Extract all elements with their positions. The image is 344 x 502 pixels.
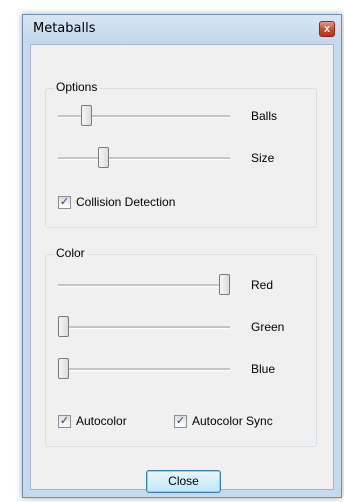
size-slider-thumb[interactable] bbox=[98, 147, 109, 168]
window-title: Metaballs bbox=[33, 21, 96, 36]
autocolor-label: Autocolor bbox=[76, 414, 127, 428]
balls-slider-row: Balls bbox=[58, 104, 313, 128]
autocolor-sync-check-icon[interactable]: ✓ bbox=[174, 415, 187, 428]
collision-detection-check-icon[interactable]: ✓ bbox=[58, 196, 71, 209]
collision-detection-label: Collision Detection bbox=[76, 195, 176, 209]
green-slider-thumb[interactable] bbox=[58, 316, 69, 337]
color-group-label: Color bbox=[54, 246, 87, 260]
autocolor-sync-label: Autocolor Sync bbox=[192, 414, 273, 428]
title-bar[interactable]: Metaballs x bbox=[23, 15, 341, 43]
autocolor-check-icon[interactable]: ✓ bbox=[58, 415, 71, 428]
red-slider-label: Red bbox=[251, 278, 274, 292]
blue-slider-thumb[interactable] bbox=[58, 358, 69, 379]
close-button[interactable]: Close bbox=[146, 470, 221, 493]
dialog-body: Options Balls Size ✓ Collision Detection… bbox=[30, 44, 334, 493]
blue-slider-track[interactable] bbox=[58, 368, 230, 371]
red-slider-thumb[interactable] bbox=[219, 274, 230, 295]
balls-slider-thumb[interactable] bbox=[81, 105, 92, 126]
window-close-icon[interactable]: x bbox=[319, 21, 335, 37]
color-group: Color Red Green Blue ✓ Autocolor ✓ Autoc… bbox=[45, 246, 317, 447]
red-slider-track[interactable] bbox=[58, 284, 230, 287]
blue-slider-row: Blue bbox=[58, 357, 313, 381]
options-group: Options Balls Size ✓ Collision Detection bbox=[45, 80, 317, 228]
green-slider-track[interactable] bbox=[58, 326, 230, 329]
size-slider-track[interactable] bbox=[58, 157, 230, 160]
green-slider-row: Green bbox=[58, 315, 313, 339]
size-slider-label: Size bbox=[251, 151, 275, 165]
size-slider-row: Size bbox=[58, 146, 313, 170]
balls-slider-label: Balls bbox=[251, 109, 278, 123]
metaballs-dialog: Metaballs x Options Balls Size ✓ Collisi… bbox=[22, 14, 342, 498]
green-slider-label: Green bbox=[251, 320, 285, 334]
red-slider-row: Red bbox=[58, 273, 313, 297]
options-group-label: Options bbox=[54, 80, 100, 94]
blue-slider-label: Blue bbox=[251, 362, 276, 376]
